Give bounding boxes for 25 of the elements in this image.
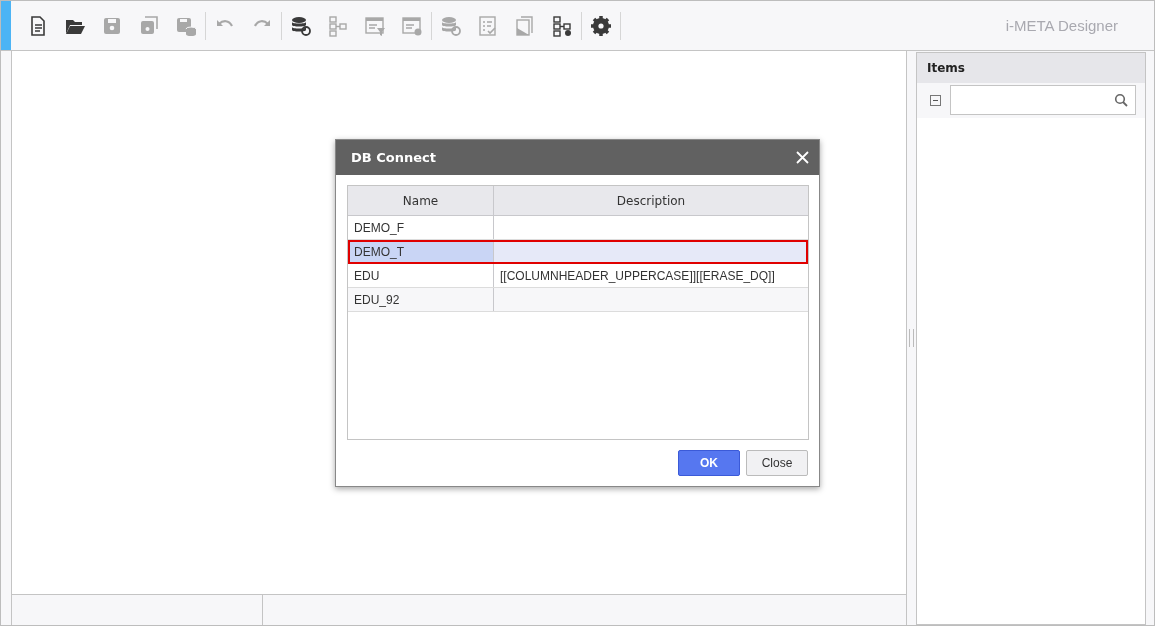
column-header[interactable]: Description <box>494 186 808 215</box>
table-row[interactable]: DEMO_T <box>348 240 808 264</box>
table-row[interactable]: EDU_92 <box>348 288 808 312</box>
table-cell: EDU <box>348 264 494 287</box>
table-cell: DEMO_T <box>348 240 494 263</box>
collapse-icon[interactable] <box>930 94 941 106</box>
table-row[interactable]: DEMO_F <box>348 216 808 240</box>
table-cell: DEMO_F <box>348 216 494 239</box>
dialog-title: DB Connect <box>351 150 436 165</box>
panel-title: Items <box>917 53 1145 83</box>
table-cell-text: [[COLUMNHEADER_UPPERCASE]][[ERASE_DQ]] <box>499 267 776 285</box>
tree-gear-icon[interactable] <box>551 14 573 37</box>
search-icon[interactable] <box>1114 93 1128 107</box>
table-row[interactable]: EDU [[COLUMNHEADER_UPPERCASE]][[ERASE_DQ]] <box>348 264 808 288</box>
app-title: i-META Designer <box>1005 17 1118 34</box>
close-icon[interactable] <box>796 151 809 164</box>
table-cell: EDU_92 <box>348 288 494 311</box>
accent-stripe <box>1 1 11 50</box>
search-field[interactable] <box>950 85 1136 115</box>
column-header[interactable]: Name <box>348 186 494 215</box>
close-button[interactable]: Close <box>746 450 808 476</box>
db-link-icon[interactable] <box>290 14 312 37</box>
splitter-handle[interactable] <box>909 329 914 347</box>
ok-button[interactable]: OK <box>678 450 740 476</box>
gear-icon[interactable] <box>590 14 612 37</box>
